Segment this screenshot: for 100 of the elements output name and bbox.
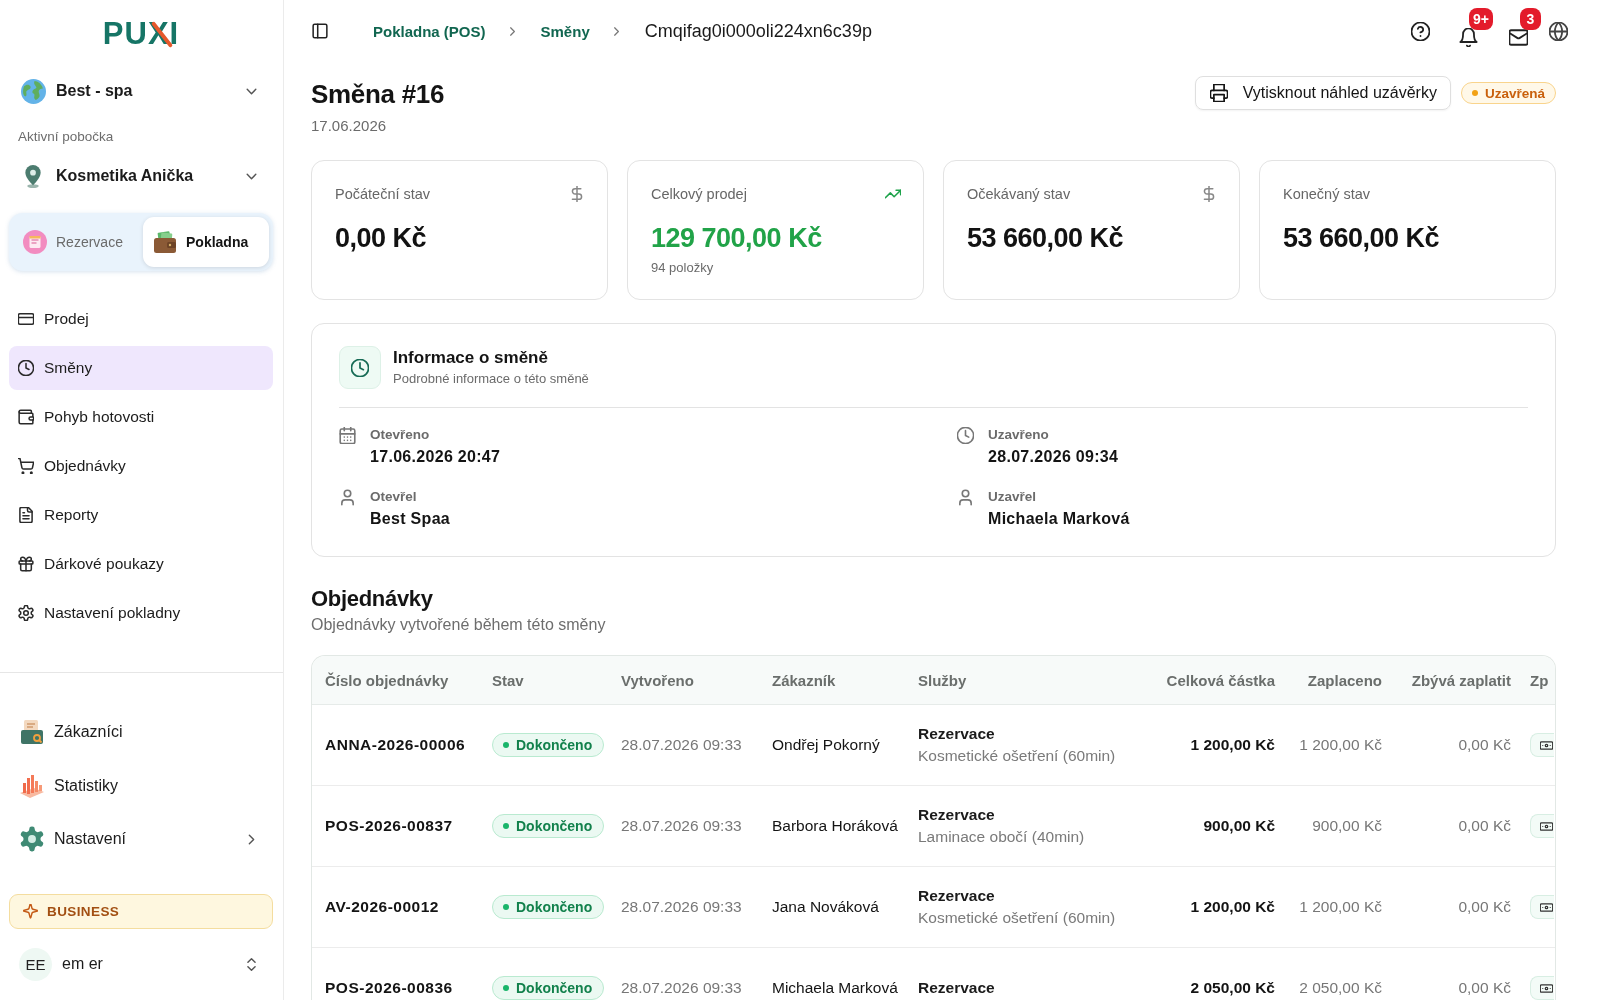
- column-header: Zbývá zaplatit: [1410, 671, 1512, 689]
- column-header: Celková částka: [1165, 671, 1276, 689]
- table-cell-text: 1 200,00 Kč: [1298, 736, 1383, 754]
- card-subtitle: Podrobné informace o této směně: [393, 370, 589, 388]
- service-type: Rezervace: [918, 978, 996, 998]
- column-header: Vytvořeno: [620, 671, 695, 689]
- field-value: Michaela Marková: [988, 509, 1130, 529]
- page-title: Směna #16: [311, 78, 445, 110]
- stat-value: 53 660,00 Kč: [967, 222, 1125, 255]
- stat-note: 94 položky: [651, 259, 715, 277]
- service-type: Rezervace: [918, 886, 996, 906]
- nav-item[interactable]: Reporty: [9, 493, 273, 537]
- breadcrumb-current: Cmqifag0i000oli224xn6c39p: [644, 20, 872, 42]
- user-menu[interactable]: EE em er: [9, 946, 273, 982]
- banknote-icon: [1540, 900, 1553, 914]
- status-label: Uzavřená: [1484, 85, 1545, 101]
- status-label: Dokončeno: [516, 737, 593, 753]
- field-label: Otevřel: [370, 488, 418, 506]
- nav-item[interactable]: Prodej: [9, 297, 273, 341]
- calendar-note-icon: [23, 230, 47, 254]
- user-icon: [339, 489, 356, 506]
- card-title: Informace o směně: [393, 347, 549, 369]
- payment-button[interactable]: [1530, 976, 1554, 1000]
- message-count: 3: [1520, 8, 1541, 30]
- cart-icon: [18, 458, 34, 474]
- nav-item[interactable]: Pohyb hotovosti: [9, 395, 273, 439]
- field-value: 17.06.2026 20:47: [370, 447, 501, 467]
- module-tab[interactable]: Rezervace: [13, 217, 139, 267]
- bell-icon: [1458, 28, 1478, 48]
- service-detail: Laminace obočí (40min): [918, 827, 1086, 847]
- up-down-chevron-icon: [244, 956, 259, 972]
- table-cell-text: 2 050,00 Kč: [1189, 979, 1276, 997]
- nav-item[interactable]: Dárkové poukazy: [9, 542, 273, 586]
- customer-folder-icon: [19, 719, 45, 745]
- payment-button[interactable]: [1530, 814, 1554, 838]
- printer-icon: [1209, 84, 1228, 102]
- mail-icon: [1508, 28, 1528, 48]
- service-detail: Kosmetické ošetření (60min): [918, 908, 1117, 928]
- stat-value: 129 700,00 Kč: [651, 222, 823, 255]
- shift-date: 17.06.2026: [311, 116, 388, 136]
- field-label: Otevřeno: [370, 426, 431, 444]
- service-detail: Kosmetické ošetření (60min): [918, 746, 1117, 766]
- messages-button[interactable]: 3: [1506, 8, 1541, 54]
- stat-value: 0,00 Kč: [335, 222, 428, 255]
- user-icon: [957, 489, 974, 506]
- print-button[interactable]: Vytisknout náhled uzávěrky: [1194, 76, 1451, 110]
- notifications-button[interactable]: 9+: [1456, 8, 1493, 54]
- status-dot-icon: [1471, 90, 1478, 96]
- location-pin-icon: [24, 164, 42, 188]
- column-header: Stav: [491, 671, 525, 689]
- clock-icon: [957, 427, 974, 444]
- table-cell-text: 1 200,00 Kč: [1189, 898, 1276, 916]
- credit-card-icon: [18, 311, 34, 327]
- branch-selector[interactable]: Kosmetika Anička: [9, 158, 273, 194]
- app-item[interactable]: Nastavení: [9, 817, 273, 861]
- dollar-icon: [1201, 186, 1217, 202]
- sparkle-icon: [23, 904, 38, 919]
- breadcrumb-link[interactable]: Směny: [540, 22, 590, 40]
- banknote-icon: [1540, 738, 1553, 752]
- stat-value: 53 660,00 Kč: [1283, 222, 1441, 255]
- column-header: Zákazník: [771, 671, 837, 689]
- table-cell-text: 0,00 Kč: [1457, 898, 1512, 916]
- clock-icon: [18, 360, 34, 376]
- section-subtitle: Objednávky vytvořené během této směny: [311, 615, 607, 635]
- table-cell-text: 0,00 Kč: [1457, 817, 1512, 835]
- wallet-icon: [153, 230, 177, 254]
- table-cell-text: 2 050,00 Kč: [1298, 979, 1383, 997]
- banknote-icon: [1540, 819, 1553, 833]
- payment-button[interactable]: [1530, 733, 1554, 757]
- table-cell-text: ANNA-2026-00006: [324, 736, 467, 754]
- gear-icon: [19, 826, 45, 852]
- table-cell-text: 0,00 Kč: [1457, 736, 1512, 754]
- status-dot-icon: [503, 985, 509, 991]
- breadcrumb-link[interactable]: Pokladna (POS): [373, 22, 486, 40]
- payment-button[interactable]: [1530, 895, 1554, 919]
- document-icon: [18, 507, 34, 523]
- status-dot-icon: [503, 742, 509, 748]
- help-icon: [1410, 21, 1430, 41]
- app-item[interactable]: Zákazníci: [9, 710, 273, 754]
- field-value: Best Spaa: [370, 509, 451, 529]
- status-label: Dokončeno: [516, 818, 593, 834]
- section-title: Objednávky: [311, 585, 434, 613]
- nav-item[interactable]: Směny: [9, 346, 273, 390]
- table-cell-text: 28.07.2026 09:33: [620, 979, 743, 997]
- table-cell-text: POS-2026-00837: [324, 817, 454, 835]
- gear-icon: [18, 605, 34, 621]
- service-type: Rezervace: [918, 805, 996, 825]
- clock-icon: [339, 346, 381, 389]
- column-header: Číslo objednávky: [324, 671, 450, 689]
- stat-label: Celkový prodej: [651, 186, 747, 202]
- stat-label: Očekávaný stav: [967, 186, 1071, 202]
- app-item[interactable]: Statistiky: [9, 763, 273, 808]
- nav-item[interactable]: Objednávky: [9, 444, 273, 488]
- banknote-icon: [1540, 981, 1553, 995]
- module-tab[interactable]: Pokladna: [143, 217, 269, 267]
- stat-label: Počáteční stav: [335, 186, 431, 202]
- workspace-selector[interactable]: Best - spa: [9, 73, 273, 109]
- table-cell-text: Jana Nováková: [771, 898, 880, 916]
- nav-item[interactable]: Nastavení pokladny: [9, 591, 273, 635]
- branch-label: Aktivní pobočka: [17, 128, 115, 146]
